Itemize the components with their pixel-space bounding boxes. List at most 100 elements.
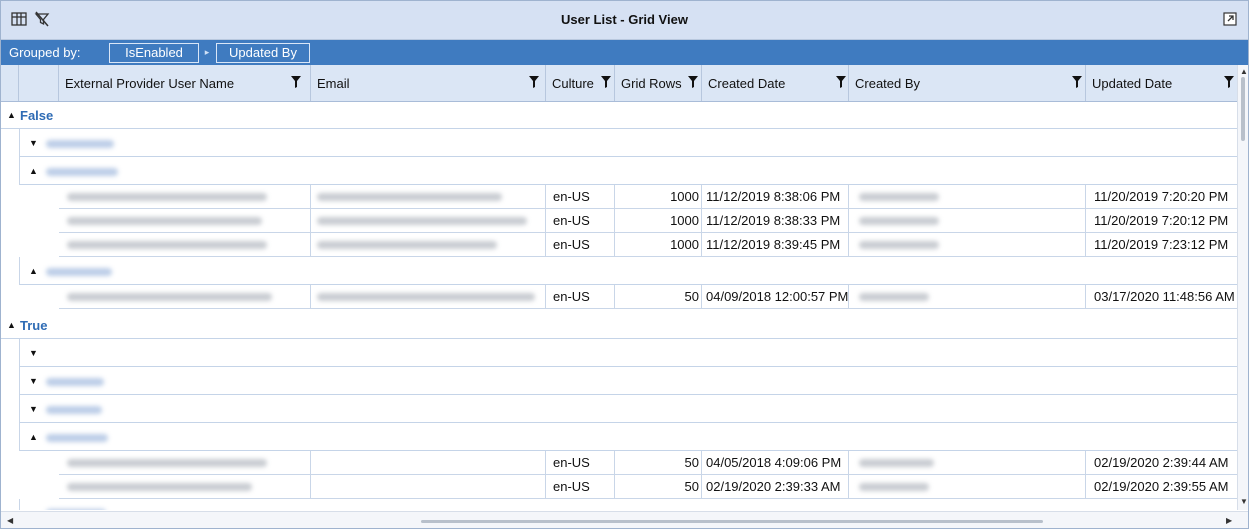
subgroup-row[interactable]: ▼ [19, 339, 1237, 367]
filter-icon[interactable] [1072, 76, 1082, 91]
expand-caret-icon[interactable]: ▼ [29, 138, 38, 148]
cell-user-name [59, 285, 311, 309]
filter-icon[interactable] [688, 76, 698, 91]
cell-updated-date: 11/20/2019 7:20:12 PM [1094, 213, 1229, 228]
window-title: User List - Grid View [561, 12, 688, 27]
cell-culture: en-US [546, 285, 615, 309]
filter-icon[interactable] [1224, 76, 1234, 91]
subgroup-row[interactable]: ▼ [19, 499, 1237, 510]
group-label: False [20, 108, 54, 123]
redacted-group-name [46, 509, 106, 510]
grouped-by-label: Grouped by: [9, 45, 81, 60]
column-header-updated-date[interactable]: Updated Date [1086, 65, 1237, 101]
cell-updated-date: 03/17/2020 11:48:56 AM [1094, 289, 1235, 304]
table-row[interactable]: en-US 50 04/05/2018 4:09:06 PM 02/19/202… [59, 451, 1237, 475]
cell-email [311, 185, 546, 209]
collapse-caret-icon[interactable]: ▲ [7, 110, 16, 120]
collapse-caret-icon[interactable]: ▲ [29, 432, 38, 442]
cell-email [311, 233, 546, 257]
subgroup-row[interactable]: ▼ [19, 367, 1237, 395]
scroll-right-icon[interactable]: ▶ [1226, 516, 1232, 525]
cell-user-name [59, 233, 311, 257]
grid-body: ▲ False ▼ ▲ en-US 1000 11/12/2019 8:38:0… [1, 102, 1237, 510]
filter-icon[interactable] [601, 76, 611, 91]
cell-created-date: 11/12/2019 8:39:45 PM [702, 233, 849, 257]
cell-updated-date: 02/19/2020 2:39:55 AM [1094, 479, 1229, 494]
collapse-caret-icon[interactable]: ▲ [7, 320, 16, 330]
subgroup-row[interactable]: ▼ [19, 395, 1237, 423]
cell-culture: en-US [546, 233, 615, 257]
column-header-grid-rows[interactable]: Grid Rows [615, 65, 702, 101]
group-label: True [20, 318, 48, 333]
redacted-group-name [46, 434, 108, 442]
scroll-up-icon[interactable]: ▲ [1240, 67, 1248, 76]
cell-user-name [59, 209, 311, 233]
cell-email [311, 451, 546, 475]
column-header-culture[interactable]: Culture [546, 65, 615, 101]
scroll-left-icon[interactable]: ◀ [7, 516, 13, 525]
cell-updated-date: 11/20/2019 7:20:20 PM [1094, 189, 1229, 204]
table-row[interactable]: en-US 1000 11/12/2019 8:39:45 PM 11/20/2… [59, 233, 1237, 257]
collapse-caret-icon[interactable]: ▲ [29, 266, 38, 276]
cell-created-date: 11/12/2019 8:38:33 PM [702, 209, 849, 233]
cell-grid-rows: 50 [615, 285, 702, 309]
subgroup-row[interactable]: ▲ [19, 257, 1237, 285]
redacted-group-name [46, 406, 102, 414]
vertical-scroll-thumb[interactable] [1241, 77, 1245, 141]
cell-created-by [849, 451, 1086, 475]
table-row[interactable]: en-US 50 04/09/2018 12:00:57 PM 03/17/20… [59, 285, 1237, 309]
cell-culture: en-US [546, 451, 615, 475]
collapse-caret-icon[interactable]: ▲ [29, 166, 38, 176]
cell-email [311, 475, 546, 499]
expand-caret-icon[interactable]: ▼ [29, 508, 38, 510]
filter-icon[interactable] [529, 76, 539, 91]
column-header-label: Updated Date [1092, 76, 1173, 91]
filter-icon[interactable] [836, 76, 846, 91]
group-row-false[interactable]: ▲ False [1, 102, 1237, 129]
cell-grid-rows: 50 [615, 451, 702, 475]
pop-out-icon[interactable] [1221, 10, 1239, 28]
cell-grid-rows: 1000 [615, 185, 702, 209]
column-header-email[interactable]: Email [311, 65, 546, 101]
cell-user-name [59, 185, 311, 209]
cell-created-by [849, 475, 1086, 499]
horizontal-scrollbar[interactable]: ◀ ▶ [1, 511, 1248, 528]
cell-culture: en-US [546, 209, 615, 233]
cell-created-date: 04/09/2018 12:00:57 PM [702, 285, 849, 309]
cell-updated-date: 02/19/2020 2:39:44 AM [1094, 455, 1229, 470]
column-header-created-by[interactable]: Created By [849, 65, 1086, 101]
group-chip-isenabled[interactable]: IsEnabled [109, 43, 199, 63]
header-indent-cell [1, 65, 19, 101]
cell-updated-date: 11/20/2019 7:23:12 PM [1094, 237, 1229, 252]
expand-caret-icon[interactable]: ▼ [29, 348, 38, 358]
horizontal-scroll-thumb[interactable] [421, 520, 1043, 523]
expand-caret-icon[interactable]: ▼ [29, 404, 38, 414]
cell-email [311, 285, 546, 309]
vertical-scrollbar[interactable]: ▲ ▼ [1237, 65, 1248, 510]
column-header-created-date[interactable]: Created Date [702, 65, 849, 101]
expand-caret-icon[interactable]: ▼ [29, 376, 38, 386]
cell-grid-rows: 1000 [615, 233, 702, 257]
cell-email [311, 209, 546, 233]
cell-culture: en-US [546, 185, 615, 209]
cell-created-by [849, 285, 1086, 309]
table-row[interactable]: en-US 1000 11/12/2019 8:38:06 PM 11/20/2… [59, 185, 1237, 209]
column-header-label: Created Date [708, 76, 786, 91]
column-header-label: Culture [552, 76, 594, 91]
filter-icon[interactable] [291, 76, 301, 91]
subgroup-row[interactable]: ▲ [19, 423, 1237, 451]
cell-created-by [849, 185, 1086, 209]
table-row[interactable]: en-US 1000 11/12/2019 8:38:33 PM 11/20/2… [59, 209, 1237, 233]
redacted-group-name [46, 378, 104, 386]
subgroup-row[interactable]: ▲ [19, 157, 1237, 185]
column-header-external-provider-user-name[interactable]: External Provider User Name [59, 65, 311, 101]
column-header-label: Email [317, 76, 350, 91]
scroll-down-icon[interactable]: ▼ [1240, 497, 1248, 506]
cell-created-by [849, 233, 1086, 257]
group-chip-updated-by[interactable]: Updated By [216, 43, 310, 63]
cell-created-date: 11/12/2019 8:38:06 PM [702, 185, 849, 209]
subgroup-row[interactable]: ▼ [19, 129, 1237, 157]
column-header-label: External Provider User Name [65, 76, 235, 91]
group-row-true[interactable]: ▲ True [1, 312, 1237, 339]
table-row[interactable]: en-US 50 02/19/2020 2:39:33 AM 02/19/202… [59, 475, 1237, 499]
